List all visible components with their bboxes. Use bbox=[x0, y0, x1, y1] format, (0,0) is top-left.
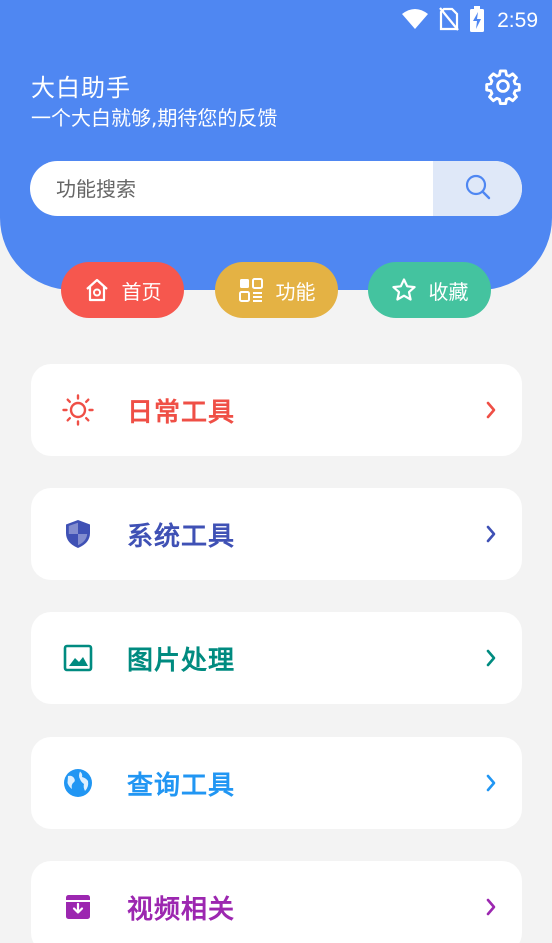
image-icon bbox=[62, 642, 94, 674]
category-label: 系统工具 bbox=[127, 522, 236, 552]
globe-icon bbox=[62, 767, 94, 799]
category-daily-tools[interactable]: 日常工具 bbox=[31, 364, 522, 456]
tab-favorites[interactable]: 收藏 bbox=[368, 262, 491, 318]
chevron-right-icon bbox=[484, 648, 498, 668]
settings-button[interactable] bbox=[484, 67, 522, 105]
category-label: 日常工具 bbox=[127, 398, 236, 428]
chevron-right-icon bbox=[484, 897, 498, 917]
category-query-tools[interactable]: 查询工具 bbox=[31, 737, 522, 829]
home-icon bbox=[84, 277, 110, 303]
category-video[interactable]: 视频相关 bbox=[31, 861, 522, 943]
shield-icon bbox=[62, 518, 94, 550]
chevron-right-icon bbox=[484, 400, 498, 420]
header: 2:59 大白助手 一个大白就够,期待您的反馈 bbox=[0, 0, 552, 290]
wifi-icon bbox=[401, 8, 429, 34]
status-icons: 2:59 bbox=[401, 6, 538, 36]
category-label: 图片处理 bbox=[127, 646, 236, 676]
status-bar: 2:59 bbox=[0, 0, 552, 40]
app-screen: 2:59 大白助手 一个大白就够,期待您的反馈 功能搜索 首页 功能 收藏 日常… bbox=[0, 0, 552, 943]
battery-charging-icon bbox=[469, 6, 485, 36]
chevron-right-icon bbox=[484, 773, 498, 793]
search-input[interactable] bbox=[30, 161, 433, 216]
category-label: 查询工具 bbox=[127, 771, 236, 801]
tab-home-label: 首页 bbox=[121, 279, 162, 304]
no-sim-icon bbox=[439, 7, 459, 35]
tab-functions[interactable]: 功能 bbox=[215, 262, 338, 318]
tab-home[interactable]: 首页 bbox=[61, 262, 184, 318]
search-bar bbox=[30, 161, 522, 216]
status-time: 2:59 bbox=[497, 9, 538, 32]
star-icon bbox=[391, 277, 417, 303]
tab-favorites-label: 收藏 bbox=[428, 279, 469, 304]
app-subtitle: 一个大白就够,期待您的反馈 bbox=[31, 106, 278, 130]
category-system-tools[interactable]: 系统工具 bbox=[31, 488, 522, 580]
gear-icon bbox=[484, 69, 522, 109]
chevron-right-icon bbox=[484, 524, 498, 544]
search-button[interactable] bbox=[433, 161, 522, 216]
tab-functions-label: 功能 bbox=[275, 279, 316, 304]
search-icon bbox=[464, 173, 492, 205]
sun-icon bbox=[62, 394, 94, 426]
app-title: 大白助手 bbox=[31, 74, 131, 102]
category-label: 视频相关 bbox=[127, 895, 236, 925]
grid-icon bbox=[238, 277, 264, 303]
archive-icon bbox=[62, 891, 94, 923]
category-image-processing[interactable]: 图片处理 bbox=[31, 612, 522, 704]
